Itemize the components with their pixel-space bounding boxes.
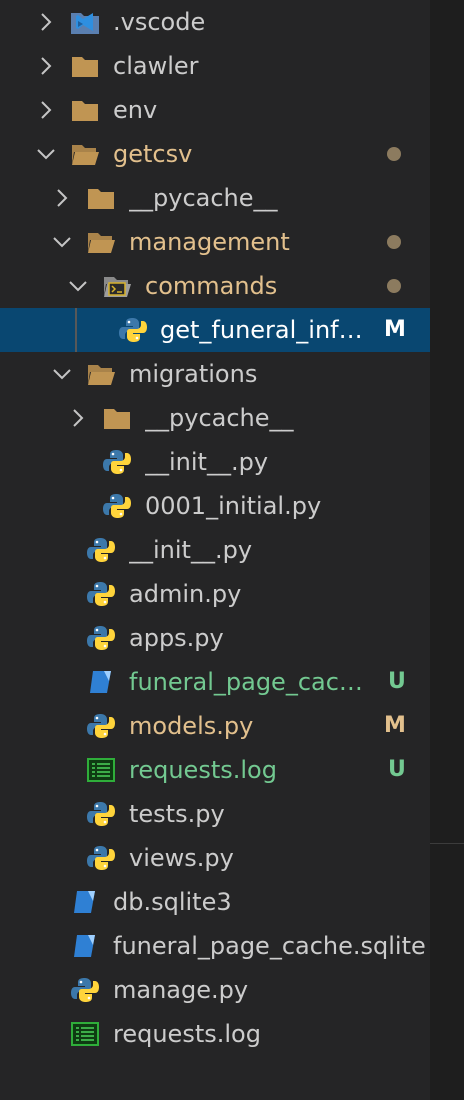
python-icon: [71, 978, 99, 1002]
tree-item-label: getcsv: [113, 140, 193, 168]
tree-item-label: admin.py: [129, 580, 242, 608]
folder-icon: [88, 189, 114, 209]
chevron-right-icon[interactable]: [35, 11, 57, 33]
tree-item-label: funeral_page_cache.sqlite: [113, 932, 426, 960]
folder-icon: [104, 409, 130, 429]
tree-item-label: __init__.py: [129, 536, 253, 564]
tree-item-requests-log[interactable]: requests.log U: [0, 748, 430, 792]
tree-item-init[interactable]: __init__.py: [0, 528, 430, 572]
python-icon: [87, 846, 115, 870]
divider: [430, 843, 464, 844]
tree-item-label: apps.py: [129, 624, 224, 652]
explorer-tree: .vscode clawler env getcsv __pycache__ m…: [0, 0, 430, 1100]
tree-item-label: .vscode: [113, 8, 206, 36]
tree-item-label: funeral_page_cach…: [129, 668, 373, 696]
database-icon: [74, 935, 95, 957]
tree-item-0001-initial[interactable]: 0001_initial.py: [0, 484, 430, 528]
tree-item-management[interactable]: management: [0, 220, 430, 264]
chevron-right-icon[interactable]: [35, 99, 57, 121]
tree-item-label: db.sqlite3: [113, 888, 232, 916]
chevron-right-icon[interactable]: [67, 407, 89, 429]
tree-item-label: get_funeral_info…: [160, 316, 374, 344]
tree-item-label: models.py: [129, 712, 254, 740]
git-status-badge: U: [388, 669, 406, 694]
tree-item-db-sqlite3[interactable]: db.sqlite3: [0, 880, 430, 924]
tree-item-views[interactable]: views.py: [0, 836, 430, 880]
tree-item-label: commands: [145, 272, 278, 300]
tree-item-vscode[interactable]: .vscode: [0, 0, 430, 44]
folder-open-icon: [72, 145, 99, 165]
tree-item-env[interactable]: env: [0, 88, 430, 132]
tree-item-label: requests.log: [129, 756, 277, 784]
tree-item-migrations[interactable]: migrations: [0, 352, 430, 396]
tree-item-manage[interactable]: manage.py: [0, 968, 430, 1012]
git-status-badge: M: [384, 317, 406, 342]
tree-item-label: migrations: [129, 360, 258, 388]
vscode-folder-icon: [71, 13, 99, 34]
tree-item-tests[interactable]: tests.py: [0, 792, 430, 836]
log-file-icon: [71, 1022, 99, 1046]
tree-item-requests-log-root[interactable]: requests.log: [0, 1012, 430, 1056]
chevron-down-icon[interactable]: [51, 231, 73, 253]
tree-item-label: clawler: [113, 52, 199, 80]
python-icon: [87, 802, 115, 826]
tree-item-get-funeral-info[interactable]: get_funeral_info… M: [0, 308, 430, 352]
folder-open-icon: [88, 233, 115, 253]
python-icon: [103, 450, 131, 474]
tree-item-migrations-pycache[interactable]: __pycache__: [0, 396, 430, 440]
folder-icon: [72, 101, 98, 121]
modified-dot: [387, 279, 401, 293]
chevron-right-icon[interactable]: [35, 55, 57, 77]
tree-item-label: __init__.py: [145, 448, 269, 476]
chevron-down-icon[interactable]: [35, 143, 57, 165]
database-icon: [90, 671, 111, 693]
python-icon: [87, 714, 115, 738]
tree-item-clawler[interactable]: clawler: [0, 44, 430, 88]
chevron-down-icon[interactable]: [51, 363, 73, 385]
python-icon: [87, 538, 115, 562]
tree-item-apps[interactable]: apps.py: [0, 616, 430, 660]
chevron-down-icon[interactable]: [67, 275, 89, 297]
tree-item-commands[interactable]: commands: [0, 264, 430, 308]
tree-item-label: manage.py: [113, 976, 249, 1004]
tree-item-label: __pycache__: [145, 404, 294, 432]
python-icon: [103, 494, 131, 518]
commands-folder-icon: [104, 277, 131, 297]
tree-item-label: management: [129, 228, 290, 256]
tree-item-funeral-page-cache[interactable]: funeral_page_cach… U: [0, 660, 430, 704]
tree-item-label: tests.py: [129, 800, 225, 828]
tree-item-migrations-init[interactable]: __init__.py: [0, 440, 430, 484]
folder-icon: [72, 57, 98, 77]
python-icon: [119, 318, 147, 342]
tree-item-pycache[interactable]: __pycache__: [0, 176, 430, 220]
tree-item-label: requests.log: [113, 1020, 261, 1048]
indent-guide: [75, 308, 77, 352]
tree-item-label: views.py: [129, 844, 234, 872]
tree-item-getcsv[interactable]: getcsv: [0, 132, 430, 176]
modified-dot: [387, 147, 401, 161]
tree-item-admin[interactable]: admin.py: [0, 572, 430, 616]
chevron-right-icon[interactable]: [51, 187, 73, 209]
tree-item-label: __pycache__: [129, 184, 278, 212]
folder-open-icon: [88, 365, 115, 385]
tree-item-funeral-page-cache-root[interactable]: funeral_page_cache.sqlite: [0, 924, 430, 968]
tree-item-models[interactable]: models.py M: [0, 704, 430, 748]
python-icon: [87, 626, 115, 650]
log-file-icon: [87, 758, 115, 782]
modified-dot: [387, 235, 401, 249]
git-status-badge: M: [384, 713, 406, 738]
git-status-badge: U: [388, 757, 406, 782]
database-icon: [74, 891, 95, 913]
editor-gutter: [430, 0, 464, 1100]
tree-item-label: 0001_initial.py: [145, 492, 322, 520]
python-icon: [87, 582, 115, 606]
tree-item-label: env: [113, 96, 158, 124]
